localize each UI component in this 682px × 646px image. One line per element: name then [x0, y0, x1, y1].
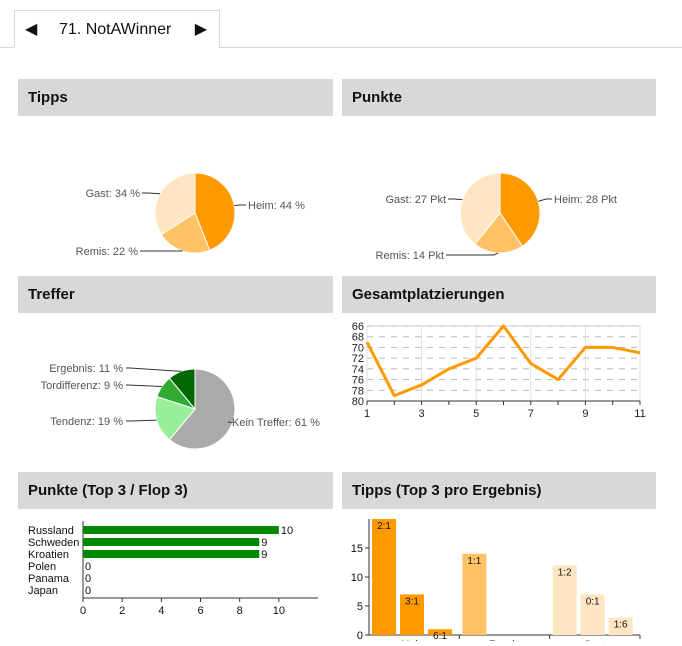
- panel-topflop: Punkte (Top 3 / Flop 3) Russland 10 Schwed…: [18, 472, 333, 646]
- x-tick-label: 7: [528, 408, 534, 420]
- panel-header-tipps: Tipps: [18, 79, 333, 116]
- y-tick-label: 5: [357, 601, 363, 613]
- bar-value-label: 9: [261, 537, 267, 549]
- bar: [372, 519, 396, 635]
- pie-label-connector: [234, 205, 246, 206]
- y-tick-label: 0: [357, 630, 363, 641]
- bar-label: 1:1: [467, 556, 481, 567]
- bar: [83, 526, 279, 534]
- x-tick-label: 3: [419, 408, 425, 420]
- panel-punkte: Punkte Heim: 28 Pkt Remis: 14 Pkt Gast: 27…: [342, 79, 656, 271]
- y-tick-label: 10: [351, 572, 363, 584]
- topflop-bar-chart: Russland 10 Schweden 9 Kroatien 9 Polen 0 Panama…: [18, 509, 333, 641]
- panel-title-ergebnis: Tipps (Top 3 pro Ergebnis): [342, 472, 656, 499]
- panel-treffer: Treffer Kein Treffer: 61 % Tendenz: 19 % T…: [18, 276, 333, 468]
- x-tick-label: 11: [634, 408, 645, 420]
- player-title: 71. NotAWinner: [59, 21, 171, 39]
- bar-label: 6:1: [433, 631, 447, 641]
- x-tick-label: 8: [237, 605, 243, 617]
- pie-label: Kein Treffer: 61 %: [232, 417, 320, 429]
- tipps-pie-chart: Heim: 44 % Remis: 22 % Gast: 34 %: [18, 116, 333, 266]
- bar-value-label: 0: [85, 585, 91, 597]
- category-label: Panama: [28, 573, 70, 585]
- y-tick-label: 15: [351, 543, 363, 555]
- bar-value-label: 0: [85, 561, 91, 573]
- x-tick-label: 4: [158, 605, 164, 617]
- pie-label: Tendenz: 19 %: [50, 416, 123, 428]
- panel-header-topflop: Punkte (Top 3 / Flop 3): [18, 472, 333, 509]
- punkte-pie-chart: Heim: 28 Pkt Remis: 14 Pkt Gast: 27 Pkt: [342, 116, 656, 266]
- pie-label: Heim: 44 %: [248, 200, 305, 212]
- pie-label-connector: [126, 385, 162, 387]
- treffer-pie-chart: Kein Treffer: 61 % Tendenz: 19 % Tordiffer…: [18, 313, 333, 463]
- category-label: Polen: [28, 561, 56, 573]
- panel-ergebnis: Tipps (Top 3 pro Ergebnis) 0 5 10 15 2:1 3:1 6…: [342, 472, 656, 646]
- bar-label: 1:2: [558, 567, 572, 578]
- ergebnis-bar-chart: 0510152:13:16:1Heim1:1Remis1:20:11:6Gast: [342, 509, 656, 641]
- bar-label: 0:1: [586, 596, 600, 607]
- bar-label: 2:1: [377, 521, 391, 532]
- pie-label: Remis: 14 Pkt: [376, 250, 444, 262]
- pie-label: Gast: 34 %: [86, 188, 141, 200]
- bar-value-label: 10: [281, 525, 293, 537]
- panel-header-punkte: Punkte: [342, 79, 656, 116]
- panel-title-treffer: Treffer: [18, 276, 333, 303]
- player-tab[interactable]: ◀ 71. NotAWinner ▶: [14, 10, 220, 48]
- panel-gesamt: Gesamtplatzierungen 66687072747678801357…: [342, 276, 656, 468]
- panel-title-punkte: Punkte: [342, 79, 656, 106]
- bar-label: 1:6: [614, 620, 628, 631]
- pie-label: Gast: 27 Pkt: [385, 194, 446, 206]
- pie-label: Heim: 28 Pkt: [554, 194, 617, 206]
- category-label: Japan: [28, 585, 58, 597]
- bar-label: 3:1: [405, 596, 419, 607]
- panel-tipps: Tipps Heim: 44 % Remis: 22 % Gast: 34 %: [18, 79, 333, 271]
- previous-arrow-icon[interactable]: ◀: [25, 19, 37, 39]
- bar-value-label: 9: [261, 549, 267, 561]
- x-tick-label: 9: [582, 408, 588, 420]
- pie-label-connector: [448, 199, 462, 200]
- pie-label-connector: [446, 253, 498, 255]
- category-label: Kroatien: [28, 549, 69, 561]
- category-label: Russland: [28, 525, 74, 537]
- x-tick-label: 0: [80, 605, 86, 617]
- x-tick-label: 6: [197, 605, 203, 617]
- pie-label: Tordifferenz: 9 %: [41, 380, 124, 392]
- bar-value-label: 0: [85, 573, 91, 585]
- y-tick-label: 80: [352, 396, 364, 408]
- bar: [83, 550, 259, 558]
- pie-label-connector: [126, 368, 181, 371]
- x-tick-label: 5: [473, 408, 479, 420]
- pie-label: Ergebnis: 11 %: [49, 363, 123, 375]
- next-arrow-icon[interactable]: ▶: [195, 19, 207, 39]
- panel-header-ergebnis: Tipps (Top 3 pro Ergebnis): [342, 472, 656, 509]
- x-tick-label: 10: [273, 605, 285, 617]
- x-tick-label: 2: [119, 605, 125, 617]
- bar: [83, 538, 259, 546]
- panel-header-gesamt: Gesamtplatzierungen: [342, 276, 656, 313]
- pie-label-connector: [538, 199, 552, 201]
- pie-label-connector: [126, 420, 157, 421]
- tab-bar: ◀ 71. NotAWinner ▶: [0, 0, 682, 48]
- panel-header-treffer: Treffer: [18, 276, 333, 313]
- panel-title-gesamt: Gesamtplatzierungen: [342, 276, 656, 303]
- pie-label: Remis: 22 %: [76, 246, 139, 258]
- pie-label-connector: [142, 193, 160, 194]
- panel-title-topflop: Punkte (Top 3 / Flop 3): [18, 472, 333, 499]
- x-tick-label: 1: [364, 408, 370, 420]
- gesamt-line-chart: 66687072747678801357911: [342, 313, 656, 463]
- category-label: Schweden: [28, 537, 79, 549]
- panel-title-tipps: Tipps: [18, 79, 333, 106]
